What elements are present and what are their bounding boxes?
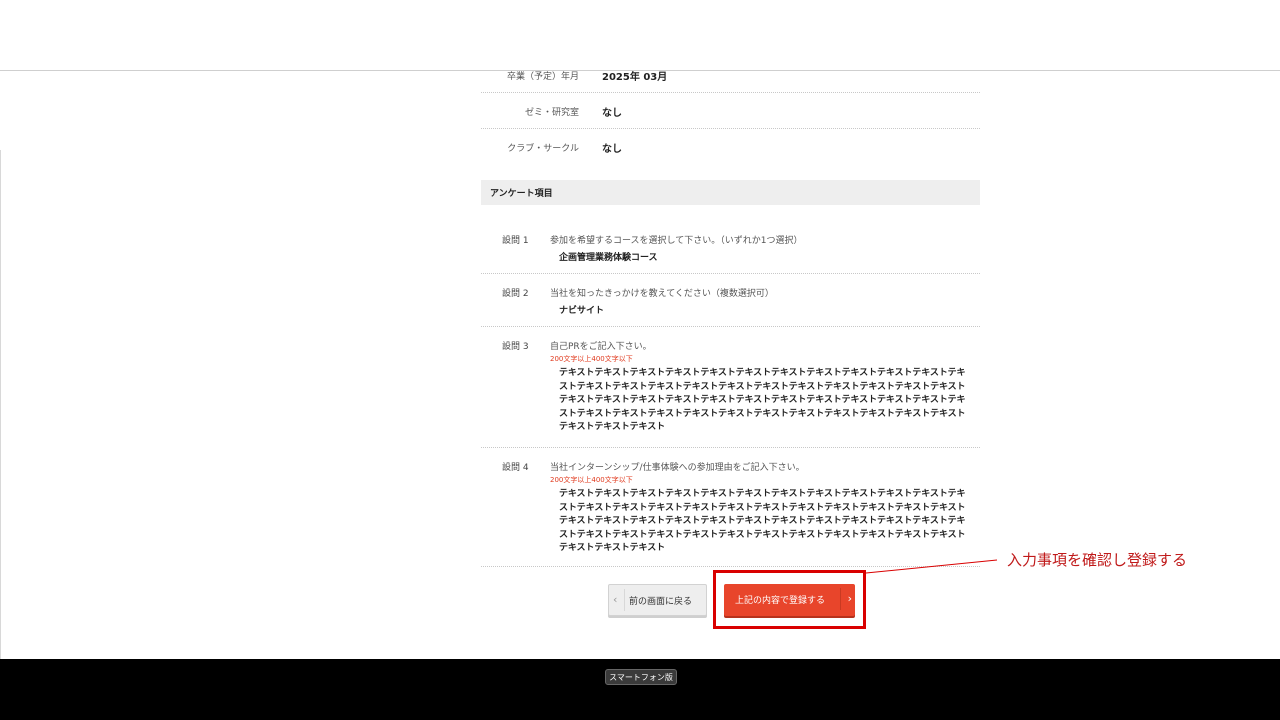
question-answer: テキストテキストテキストテキストテキストテキストテキストテキストテキストテキスト… [559, 489, 966, 553]
question-text: 参加を希望するコースを選択して下さい。（いずれか1つ選択） [550, 236, 803, 246]
question-text: 自己PRをご記入下さい。 [550, 342, 652, 352]
smartphone-version-button[interactable]: スマートフォン版 [605, 669, 677, 685]
question-answer: テキストテキストテキストテキストテキストテキストテキストテキストテキストテキスト… [559, 368, 966, 432]
back-button[interactable]: ‹ 前の画面に戻る [608, 584, 707, 616]
profile-label: クラブ・サークル [507, 144, 579, 154]
question-answer: 企画管理業務体験コース [559, 253, 658, 263]
question-number: 設問 3 [502, 342, 529, 352]
profile-row-club: クラブ・サークル なし [481, 129, 980, 165]
profile-row-graduation: 卒業（予定）年月 2025年 03月 [481, 58, 980, 93]
character-limit-note: 200文字以上400文字以下 [550, 355, 633, 363]
profile-value: なし [602, 144, 622, 155]
button-divider [624, 589, 625, 611]
profile-value: 2025年 03月 [602, 72, 668, 83]
left-edge-line [0, 150, 1, 660]
smartphone-version-label: スマートフォン版 [609, 673, 673, 682]
confirmation-content: 卒業（予定）年月 2025年 03月 ゼミ・研究室 なし クラブ・サークル なし… [481, 58, 980, 658]
back-button-label: 前の画面に戻る [629, 597, 693, 607]
question-number: 設問 4 [502, 463, 529, 473]
annotation-highlight-box [713, 570, 866, 629]
question-row-3: 設問 3 自己PRをご記入下さい。 200文字以上400文字以下 テキストテキス… [481, 327, 980, 448]
question-text: 当社を知ったきっかけを教えてください（複数選択可） [550, 289, 774, 299]
profile-label: 卒業（予定）年月 [506, 72, 579, 82]
question-number: 設問 1 [502, 236, 529, 246]
question-row-4: 設問 4 当社インターンシップ/仕事体験への参加理由をご記入下さい。 200文字… [481, 448, 980, 567]
profile-value: なし [602, 108, 622, 119]
profile-label: ゼミ・研究室 [524, 108, 579, 118]
question-row-2: 設問 2 当社を知ったきっかけを教えてください（複数選択可） ナビサイト [481, 274, 980, 327]
profile-row-seminar: ゼミ・研究室 なし [481, 93, 980, 129]
survey-section-header: アンケート項目 [481, 180, 980, 205]
question-row-1: 設問 1 参加を希望するコースを選択して下さい。（いずれか1つ選択） 企画管理業… [481, 218, 980, 274]
question-text: 当社インターンシップ/仕事体験への参加理由をご記入下さい。 [550, 463, 805, 473]
annotation-callout-text: 入力事項を確認し登録する [1007, 551, 1188, 569]
question-answer: ナビサイト [559, 306, 605, 316]
character-limit-note: 200文字以上400文字以下 [550, 476, 633, 484]
section-title: アンケート項目 [490, 189, 553, 199]
page-footer: スマートフォン版 [0, 659, 1280, 720]
question-number: 設問 2 [502, 289, 529, 299]
chevron-left-icon: ‹ [613, 593, 618, 606]
